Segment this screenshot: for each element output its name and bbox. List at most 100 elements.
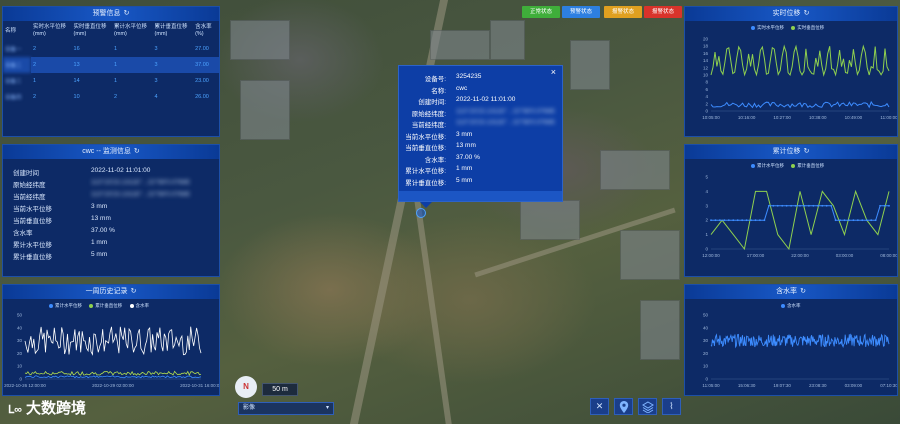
chart-legend: 累计水平位移 累计垂直位移 [745,163,824,169]
popup-label: 当前垂直位移: [405,145,446,152]
refresh-icon[interactable]: ↻ [800,285,806,299]
legend-label: 累计垂直位移 [797,163,825,168]
device-name: 设备四 [5,95,22,101]
layer-select[interactable]: 影像 ▾ [238,402,334,415]
data-point [763,219,766,222]
y-tick-label: 50 [17,313,23,318]
table-cell: 37.00 [193,57,219,73]
map-building [430,30,490,60]
x-tick-label: 15:06:30 [738,383,756,388]
x-tick-label: 11:05:00 [702,383,720,388]
data-point [727,219,730,222]
legend-label: 实时水平位移 [757,25,784,30]
column-header: 名称 [5,27,17,34]
legend-dot [751,25,755,30]
data-point [870,219,873,222]
monitor-label: 累计垂直位移 [13,254,52,261]
chart-legend: 累计水平位移 累计垂直位移 含水率 [43,303,149,309]
chevron-down-icon: ▾ [325,405,329,411]
y-tick-label: 5 [705,175,708,180]
data-point [839,219,841,222]
map-building [240,80,290,140]
x-tick-label: 10:05:00 [702,115,720,120]
data-point [785,204,788,207]
data-point [861,219,864,222]
table-row[interactable]: 设备三 1 14 1 3 23.00 [3,73,219,89]
brand-logo-icon: ᒪ∞ [8,404,22,416]
data-point [856,219,859,222]
x-tick-label: 03:00:00 [836,253,854,258]
popup-row: 原始经纬度: 113°23'23.1311E° , 22°58'0.0768E [399,108,564,118]
device-marker-icon[interactable] [416,208,426,218]
data-point [830,204,833,207]
refresh-icon[interactable]: ↻ [804,7,810,21]
table-row[interactable]: 设备一 2 16 1 3 27.00 [3,41,219,57]
status-alarm2-button[interactable]: 报警状态 [644,6,682,18]
popup-value: 13 mm [456,142,476,149]
measure-icon[interactable]: ⌇ [662,398,681,415]
data-point [843,219,846,222]
data-point [767,204,770,207]
panel-title: 含水率 [776,288,798,295]
x-tick-label: 07:10:30 [880,383,897,388]
y-tick-label: 4 [705,94,708,99]
legend-dot [791,163,796,168]
popup-row: 当前垂直位移: 13 mm [399,142,564,152]
popup-row: 含水率: 37.00 % [399,154,564,164]
status-alarm-button[interactable]: 报警状态 [604,6,642,18]
column-header: 实时水平位移(mm) [33,24,67,37]
y-tick-label: 0 [19,377,22,382]
layers-icon[interactable] [638,398,657,415]
data-point [808,204,810,207]
x-tick-label: 22:00:00 [791,253,809,258]
close-tool-icon[interactable]: ✕ [590,398,609,415]
monitor-label: 原始经纬度 [13,182,46,189]
popup-row: 名称: cwc [399,85,564,95]
table-row[interactable]: 设备四 2 10 2 4 26.00 [3,89,219,105]
panel-title: cwc -- 监测信息 [82,148,131,155]
popup-value: 113°23'23.1311E° , 22°58'0.0768E [456,107,556,115]
y-tick-label: 10 [703,73,709,78]
popup-label: 当前水平位移: [405,133,446,141]
data-point [790,204,792,207]
status-normal-button[interactable]: 正常状态 [522,6,560,18]
status-warning-button[interactable]: 预警状态 [562,6,600,18]
chart-legend: 实时水平位移 实时垂直位移 [745,25,824,31]
monitor-row: 当前垂直位移 13 mm [13,215,213,225]
legend-dot [129,303,134,308]
location-icon[interactable] [614,398,633,415]
device-name: 设备一 [5,47,22,53]
column-header: 累计水平位移(mm) [114,24,148,37]
monitor-value: 2022-11-02 11:01:00 [91,167,151,174]
table-cell: 13 [71,57,113,73]
refresh-icon[interactable]: ↻ [124,7,130,21]
monitor-row: 当前经纬度 113°23'23.1311E° , 22°58'0.0768E [13,191,213,201]
refresh-icon[interactable]: ↻ [131,285,137,299]
refresh-icon[interactable]: ↻ [804,145,810,159]
y-tick-label: 50 [703,313,709,318]
panel-header: 预警信息 ↻ [3,7,219,21]
data-point [741,219,744,222]
close-icon[interactable]: × [551,67,556,77]
compass-icon[interactable]: N [235,376,257,398]
data-point [723,219,726,222]
y-tick-label: 30 [17,338,23,343]
refresh-icon[interactable]: ↻ [134,145,140,159]
y-tick-label: 20 [17,351,23,356]
y-tick-label: 0 [705,109,708,114]
data-point [736,219,739,222]
table-cell: 4 [154,94,158,100]
popup-footer [399,191,562,201]
table-cell: 26.00 [195,94,209,100]
chart-legend: 含水率 [775,303,801,309]
legend-dot [89,303,94,308]
data-point [848,219,850,222]
data-point [888,204,890,207]
dashboard-root: 正常状态 预警状态 报警状态 报警状态 预警信息 ↻ 名称 实时水平位移(mm) … [0,0,900,424]
monitor-row: 原始经纬度 113°23'23.1311E° , 22°58'0.0768E [13,179,213,189]
monitor-value: 1 mm [91,239,108,246]
realtime-chart: 2018161412108642010:05:00 10:16:00 10:27:0… [702,37,897,121]
popup-row: 当前水平位移: 3 mm [399,131,564,141]
table-row-selected[interactable]: 设备二 2 13 1 3 37.00 [3,57,219,73]
history-chart: 50 40 30 20 10 02022-10-26 12:00:00 2022-10-29… [4,313,219,389]
